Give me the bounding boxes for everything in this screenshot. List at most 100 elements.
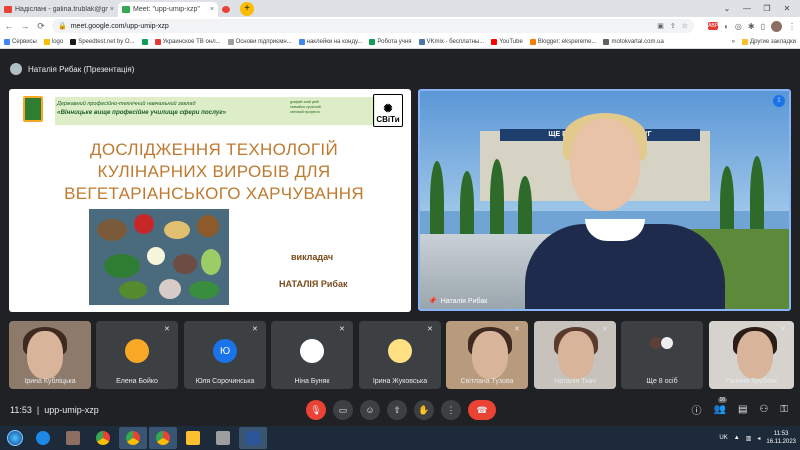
extension-icon[interactable]: ◎: [735, 22, 742, 31]
bookmark-item[interactable]: VKmix - бесплатны...: [418, 38, 484, 45]
tab-search-icon[interactable]: ⌄: [720, 4, 734, 13]
gmail-icon: [4, 6, 12, 13]
bookmark-item[interactable]: Сервисы: [4, 38, 37, 45]
close-icon[interactable]: ×: [110, 6, 114, 13]
record-icon: [222, 6, 230, 13]
new-tab-button[interactable]: +: [240, 2, 254, 16]
taskbar-app[interactable]: [209, 427, 237, 449]
hand-icon: ✋: [418, 404, 430, 415]
forward-icon[interactable]: →: [20, 21, 30, 31]
participant-tile[interactable]: ✕ Галина Трубляк: [709, 321, 794, 389]
url-text[interactable]: meet.google.com/upp-umip-xzp: [71, 23, 169, 30]
more-participants-tile[interactable]: Ще 8 осіб: [621, 321, 703, 389]
people-button[interactable]: 👥 16: [713, 397, 728, 415]
bookmark-item[interactable]: logo: [43, 38, 63, 45]
close-icon[interactable]: ×: [210, 6, 214, 13]
mic-off-icon: ✕: [252, 326, 258, 333]
slide-title: ДОСЛІДЖЕННЯ ТЕХНОЛОГІЙ КУЛІНАРНИХ ВИРОБІ…: [64, 140, 364, 203]
reload-icon[interactable]: ⟳: [36, 21, 46, 32]
bookmark-item[interactable]: Украинское ТВ онл...: [154, 38, 221, 45]
taskbar-app[interactable]: [149, 427, 177, 449]
puzzle-icon[interactable]: ✱: [748, 22, 755, 31]
chat-button[interactable]: ▤: [738, 404, 747, 415]
participant-tile[interactable]: ✕ Елена Бойко: [96, 321, 178, 389]
activities-button[interactable]: ⚇: [759, 404, 768, 415]
hang-up-button[interactable]: ☎: [468, 400, 496, 420]
bookmark-item[interactable]: Blogger: ekspereme...: [529, 38, 596, 45]
lecturer-name: НАТАЛІЯ Рибак: [279, 279, 348, 289]
youtube-icon: [491, 38, 498, 45]
other-bookmarks-folder[interactable]: Другие закладки: [742, 38, 796, 45]
participant-tile[interactable]: ✕ Наталія Ткач: [534, 321, 616, 389]
language-indicator[interactable]: UK: [719, 435, 727, 441]
menu-icon[interactable]: ⋮: [788, 22, 796, 31]
bookmark-item[interactable]: Робота учня: [369, 38, 412, 45]
participant-name: Світлана Тузова: [460, 378, 514, 385]
bookmark-item[interactable]: Speedtest.net by O...: [70, 38, 135, 45]
participant-tile[interactable]: ✕ Світлана Тузова: [446, 321, 528, 389]
extension-icon[interactable]: ◐: [724, 22, 729, 31]
bookmark-item[interactable]: motokvartal.com.ua: [603, 38, 664, 45]
volume-icon[interactable]: ◂: [757, 435, 760, 442]
participant-tile[interactable]: Ірина Кубліцька: [9, 321, 91, 389]
mic-toggle-button[interactable]: 🎙: [306, 400, 326, 420]
people-icon: 👥: [713, 404, 726, 415]
vk-icon: [418, 38, 425, 45]
mic-off-icon: ✕: [780, 326, 786, 333]
sidebar-icon[interactable]: ▯: [761, 22, 765, 31]
speaker-video-tile[interactable]: ЩЕ ПРОФЕС... ФЕРИ ПОСЛУГ ⁞⁞ 📌 Наталія Ри…: [418, 89, 791, 311]
start-button[interactable]: [2, 427, 28, 449]
tab-gmail[interactable]: Надіслані - galina.trublak@gm ×: [0, 2, 118, 17]
address-bar[interactable]: 🔒 meet.google.com/upp-umip-xzp ▣ ⇪ ☆: [52, 19, 695, 33]
bookmark-item[interactable]: наклейки на конду...: [298, 38, 362, 45]
presentation-slide[interactable]: Державний професійно-технічний навчальни…: [9, 89, 411, 312]
share-icon[interactable]: ⇪: [670, 22, 676, 30]
taskbar-app[interactable]: [239, 427, 267, 449]
participant-name: Ірина Жуковська: [372, 378, 428, 385]
lock-icon[interactable]: 🔒: [58, 22, 67, 30]
bookmark-star-icon[interactable]: ☆: [682, 22, 688, 30]
bookmark-item[interactable]: Основи підприємн...: [227, 38, 292, 45]
speaker-person: [525, 113, 735, 309]
back-icon[interactable]: ←: [4, 21, 14, 31]
more-options-button[interactable]: ⋮: [441, 400, 461, 420]
tab-meet[interactable]: Meet: "upp-umip-xzp" ×: [118, 2, 218, 17]
tray-arrow-icon[interactable]: ▲: [734, 435, 740, 441]
camera-permission-icon[interactable]: ▣: [657, 22, 664, 30]
taskbar-app[interactable]: [119, 427, 147, 449]
tab-recording[interactable]: [218, 2, 234, 17]
adblock-icon[interactable]: ABP: [708, 22, 718, 30]
chat-icon: ▤: [737, 404, 748, 415]
participant-tile[interactable]: ✕ Ірина Жуковська: [359, 321, 441, 389]
minimize-button[interactable]: —: [740, 4, 754, 13]
present-button[interactable]: ⇧: [387, 400, 407, 420]
bookmarks-more[interactable]: »: [732, 39, 735, 45]
profile-avatar[interactable]: [771, 20, 782, 32]
raise-hand-button[interactable]: ✋: [414, 400, 434, 420]
classroom-icon: [369, 38, 376, 45]
maximize-button[interactable]: ❐: [760, 4, 774, 13]
sun-icon: ✺: [383, 103, 393, 115]
speaker-name: 📌 Наталія Рибак: [428, 297, 488, 306]
bookmark-item[interactable]: [141, 38, 148, 45]
chrome-icon: [126, 431, 140, 445]
camera-toggle-button[interactable]: ▭: [333, 400, 353, 420]
network-icon[interactable]: ▥: [746, 435, 752, 442]
taskbar-app[interactable]: [59, 427, 87, 449]
participant-name: Ніна Буняк: [294, 378, 330, 385]
participant-tile[interactable]: ✕ Ніна Буняк: [271, 321, 353, 389]
bookmark-item[interactable]: YouTube: [491, 38, 523, 45]
taskbar-app[interactable]: [179, 427, 207, 449]
clock[interactable]: 11:53 16.11.2023: [766, 430, 796, 446]
separator: |: [36, 405, 40, 415]
emoji-button[interactable]: ☺: [360, 400, 380, 420]
close-window-button[interactable]: ✕: [780, 4, 794, 13]
audio-level-icon[interactable]: ⁞⁞: [773, 95, 785, 107]
host-controls-button[interactable]: ⚿: [780, 404, 788, 415]
taskbar-app[interactable]: [29, 427, 57, 449]
participant-tile[interactable]: ✕ Ю Юля Сорочинська: [184, 321, 266, 389]
extensions-bar: ABP ◐ ◎ ✱ ▯ ⋮: [708, 20, 796, 32]
word-icon: [246, 431, 260, 445]
taskbar-app[interactable]: [89, 427, 117, 449]
info-button[interactable]: ⓘ: [692, 402, 702, 417]
